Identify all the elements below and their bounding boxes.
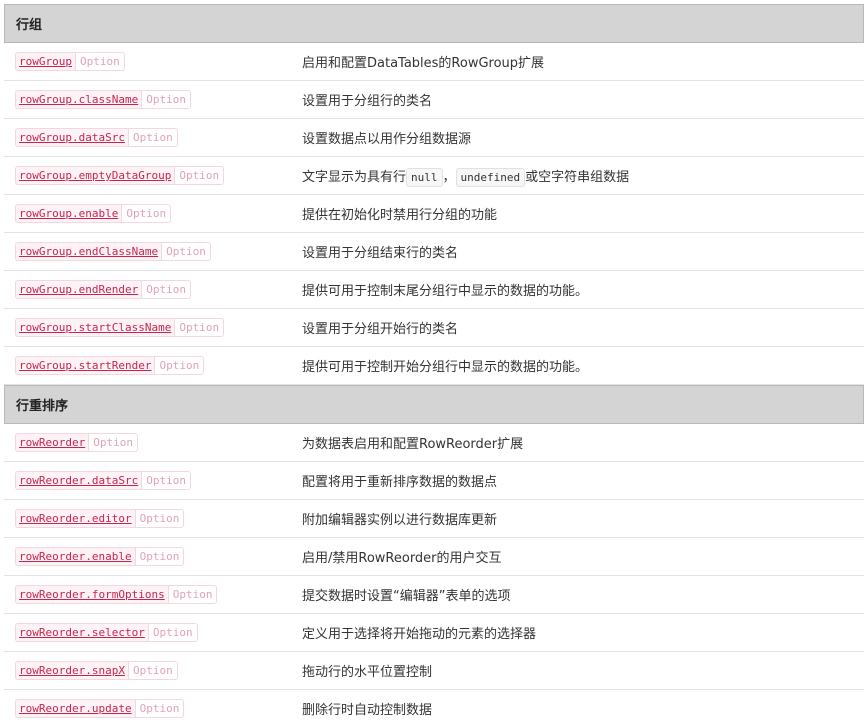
section-header-row-group: 行组 bbox=[4, 4, 864, 43]
option-link[interactable]: rowGroup.enable bbox=[15, 204, 122, 223]
option-link[interactable]: rowGroup.startRender bbox=[15, 356, 155, 375]
table-row: rowReorder.dataSrc Option 配置将用于重新排序数据的数据点 bbox=[4, 462, 864, 500]
option-link[interactable]: rowGroup.endClassName bbox=[15, 242, 162, 261]
table-row: rowReorder.snapX Option 拖动行的水平位置控制 bbox=[4, 652, 864, 690]
option-description: 配置将用于重新排序数据的数据点 bbox=[302, 475, 498, 490]
option-description: 设置用于分组结束行的类名 bbox=[302, 246, 459, 261]
option-type-badge: Option bbox=[127, 661, 178, 680]
options-reference-list: 行组 rowGroup Option 启用和配置DataTables的RowGro… bbox=[0, 4, 867, 726]
option-description: 拖动行的水平位置控制 bbox=[302, 665, 433, 680]
option-link[interactable]: rowGroup.startClassName bbox=[15, 318, 175, 337]
option-link[interactable]: rowReorder.selector bbox=[15, 623, 148, 642]
option-type-badge: Option bbox=[74, 52, 125, 71]
option-type-badge: Option bbox=[141, 471, 191, 490]
table-row: rowGroup.endClassName Option 设置用于分组结束行的类名 bbox=[4, 233, 864, 271]
option-description: 提供可用于控制末尾分组行中显示的数据的功能。 bbox=[302, 284, 589, 299]
option-type-badge: Option bbox=[88, 433, 138, 452]
option-description: 启用和配置DataTables的RowGroup扩展 bbox=[302, 56, 545, 71]
option-type-badge: Option bbox=[154, 356, 205, 375]
option-link[interactable]: rowGroup.className bbox=[15, 90, 142, 109]
option-description: 附加编辑器实例以进行数据库更新 bbox=[302, 513, 498, 528]
option-link[interactable]: rowReorder.editor bbox=[15, 509, 135, 528]
option-type-badge: Option bbox=[167, 585, 218, 604]
option-type-badge: Option bbox=[147, 623, 198, 642]
description-separator: ， bbox=[442, 170, 456, 185]
option-description: 提供在初始化时禁用行分组的功能 bbox=[302, 208, 498, 223]
option-type-badge: Option bbox=[134, 699, 185, 718]
option-link[interactable]: rowGroup.endRender bbox=[15, 280, 142, 299]
table-row: rowGroup.startRender Option 提供可用于控制开始分组行中… bbox=[4, 347, 864, 385]
option-type-badge: Option bbox=[174, 166, 225, 185]
option-description: 提交数据时设置“编辑器”表单的选项 bbox=[302, 589, 511, 604]
option-description: 设置用于分组开始行的类名 bbox=[302, 322, 459, 337]
table-row: rowGroup.emptyDataGroup Option 文字显示为具有行 nu… bbox=[4, 157, 864, 195]
code-undefined: undefined bbox=[455, 168, 526, 187]
option-description: 设置用于分组行的类名 bbox=[302, 94, 433, 109]
table-row: rowGroup.className Option 设置用于分组行的类名 bbox=[4, 81, 864, 119]
option-type-badge: Option bbox=[161, 242, 211, 261]
table-row: rowReorder.formOptions Option 提交数据时设置“编辑器… bbox=[4, 576, 864, 614]
option-type-badge: Option bbox=[134, 547, 185, 566]
option-type-badge: Option bbox=[121, 204, 172, 223]
option-description: 提供可用于控制开始分组行中显示的数据的功能。 bbox=[302, 360, 589, 375]
option-link[interactable]: rowGroup bbox=[15, 52, 75, 71]
table-row: rowReorder Option 为数据表启用和配置RowReorder扩展 bbox=[4, 424, 864, 462]
table-row: rowGroup.startClassName Option 设置用于分组开始行的… bbox=[4, 309, 864, 347]
option-description: 文字显示为具有行 null， undefined 或空字符串组数据 bbox=[302, 166, 864, 187]
option-type-badge: Option bbox=[127, 128, 178, 147]
table-row: rowReorder.enable Option 启用/禁用RowReorder的… bbox=[4, 538, 864, 576]
option-link[interactable]: rowReorder.formOptions bbox=[15, 585, 168, 604]
option-description: 删除行时自动控制数据 bbox=[302, 703, 433, 718]
option-description: 定义用于选择将开始拖动的元素的选择器 bbox=[302, 627, 537, 642]
table-row: rowReorder.selector Option 定义用于选择将开始拖动的元素… bbox=[4, 614, 864, 652]
table-row: rowGroup.enable Option 提供在初始化时禁用行分组的功能 bbox=[4, 195, 864, 233]
option-link[interactable]: rowReorder bbox=[15, 433, 89, 452]
option-type-badge: Option bbox=[141, 90, 191, 109]
option-description: 设置数据点以用作分组数据源 bbox=[302, 132, 472, 147]
table-row: rowReorder.update Option 删除行时自动控制数据 bbox=[4, 690, 864, 726]
table-row: rowGroup Option 启用和配置DataTables的RowGroup扩… bbox=[4, 43, 864, 81]
table-row: rowReorder.editor Option 附加编辑器实例以进行数据库更新 bbox=[4, 500, 864, 538]
option-link[interactable]: rowReorder.dataSrc bbox=[15, 471, 142, 490]
option-link[interactable]: rowReorder.enable bbox=[15, 547, 135, 566]
option-type-badge: Option bbox=[174, 318, 225, 337]
table-row: rowGroup.dataSrc Option 设置数据点以用作分组数据源 bbox=[4, 119, 864, 157]
option-link[interactable]: rowReorder.snapX bbox=[15, 661, 128, 680]
option-link[interactable]: rowReorder.update bbox=[15, 699, 135, 718]
description-text: 文字显示为具有行 bbox=[302, 170, 407, 185]
option-link[interactable]: rowGroup.emptyDataGroup bbox=[15, 166, 175, 185]
option-description: 为数据表启用和配置RowReorder扩展 bbox=[302, 437, 524, 452]
code-null: null bbox=[406, 168, 443, 187]
option-type-badge: Option bbox=[134, 509, 185, 528]
option-description: 启用/禁用RowReorder的用户交互 bbox=[302, 551, 502, 566]
section-header-row-reorder: 行重排序 bbox=[4, 385, 864, 424]
table-row: rowGroup.endRender Option 提供可用于控制末尾分组行中显示… bbox=[4, 271, 864, 309]
option-link[interactable]: rowGroup.dataSrc bbox=[15, 128, 128, 147]
description-text: 或空字符串组数据 bbox=[525, 170, 630, 185]
option-type-badge: Option bbox=[141, 280, 191, 299]
